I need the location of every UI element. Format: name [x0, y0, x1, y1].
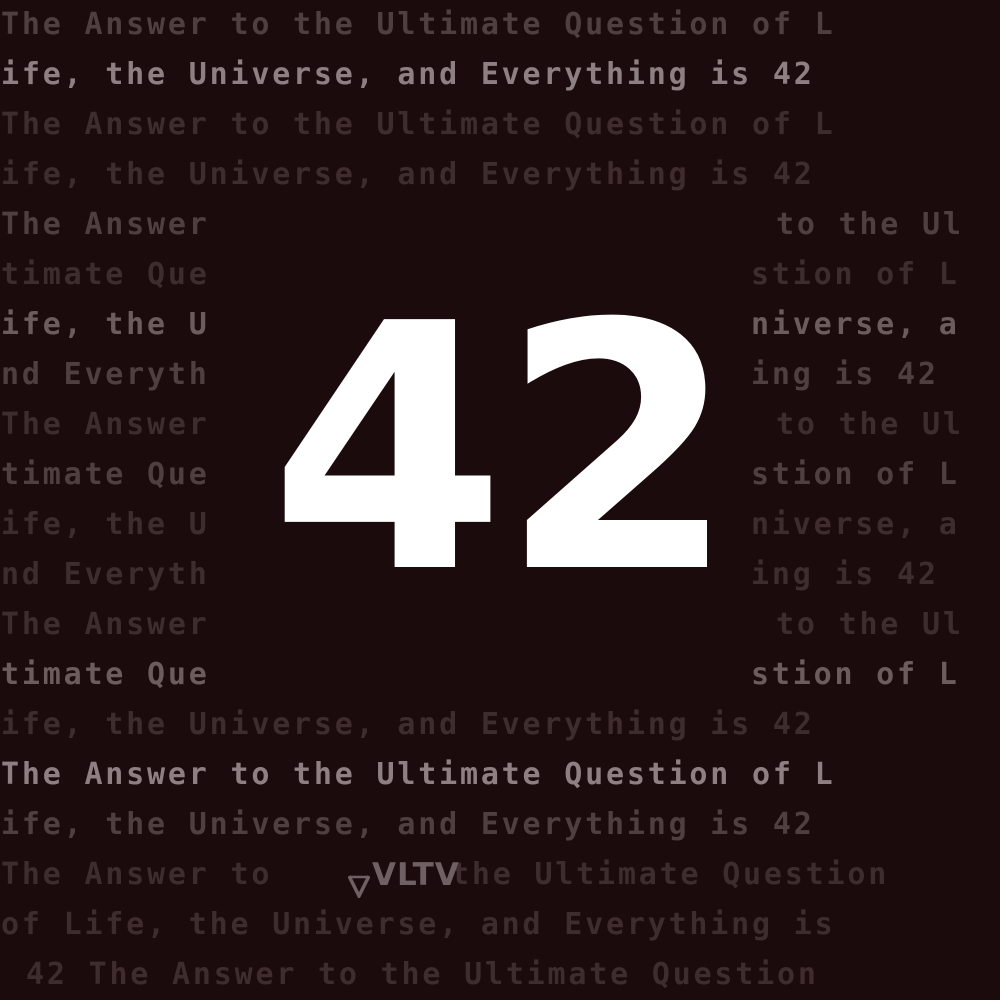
logo-text: VLTV — [372, 857, 460, 893]
background-text-line: stion of L — [751, 657, 960, 692]
background-text-line: ife, the U — [1, 307, 210, 342]
background-text-line: to the Ul — [776, 207, 964, 242]
background-text-line: The Answer to — [1, 857, 273, 892]
background-text-line: stion of L — [751, 457, 960, 492]
background-text-line: to the Ul — [776, 407, 964, 442]
background-text-line: The Answer to the Ultimate Question of L — [1, 107, 836, 142]
poster-canvas: The Answer to the Ultimate Question of L… — [0, 0, 1000, 1000]
background-text-line: The Answer to the Ultimate Question of L — [1, 7, 836, 42]
background-text-line: The Answer — [1, 207, 210, 242]
background-text-line: 42 The Answer to the Ultimate Question — [26, 957, 819, 992]
background-text-line: The Answer — [1, 607, 210, 642]
background-text-line: timate Que — [1, 657, 210, 692]
background-text-line: The Answer — [1, 407, 210, 442]
background-text-line: of Life, the Universe, and Everything is — [1, 907, 836, 942]
background-text-line: niverse, a — [751, 307, 960, 342]
background-text-line: timate Que — [1, 457, 210, 492]
background-text-line: ife, the U — [1, 507, 210, 542]
background-text-line: to the Ul — [776, 607, 964, 642]
background-text-line: stion of L — [751, 257, 960, 292]
background-text-line: ife, the Universe, and Everything is 42 — [1, 807, 815, 842]
background-text-line: ife, the Universe, and Everything is 42 — [1, 157, 815, 192]
background-text-line: nd Everyth — [1, 357, 210, 392]
background-text-line: nd Everyth — [1, 557, 210, 592]
background-text-line: ing is 42 — [751, 557, 939, 592]
hero-number: 42 — [269, 252, 736, 648]
logo-mark-icon — [347, 863, 371, 900]
background-text-line: niverse, a — [751, 507, 960, 542]
background-text-line: ing is 42 — [751, 357, 939, 392]
background-text-line: ife, the Universe, and Everything is 42 — [1, 707, 815, 742]
background-text-line: The Answer to the Ultimate Question of L — [1, 757, 836, 792]
background-text-line: the Ultimate Question — [451, 857, 890, 892]
background-text-line: ife, the Universe, and Everything is 42 — [1, 57, 815, 92]
background-text-line: timate Que — [1, 257, 210, 292]
vltv-logo: VLTV — [347, 850, 460, 900]
